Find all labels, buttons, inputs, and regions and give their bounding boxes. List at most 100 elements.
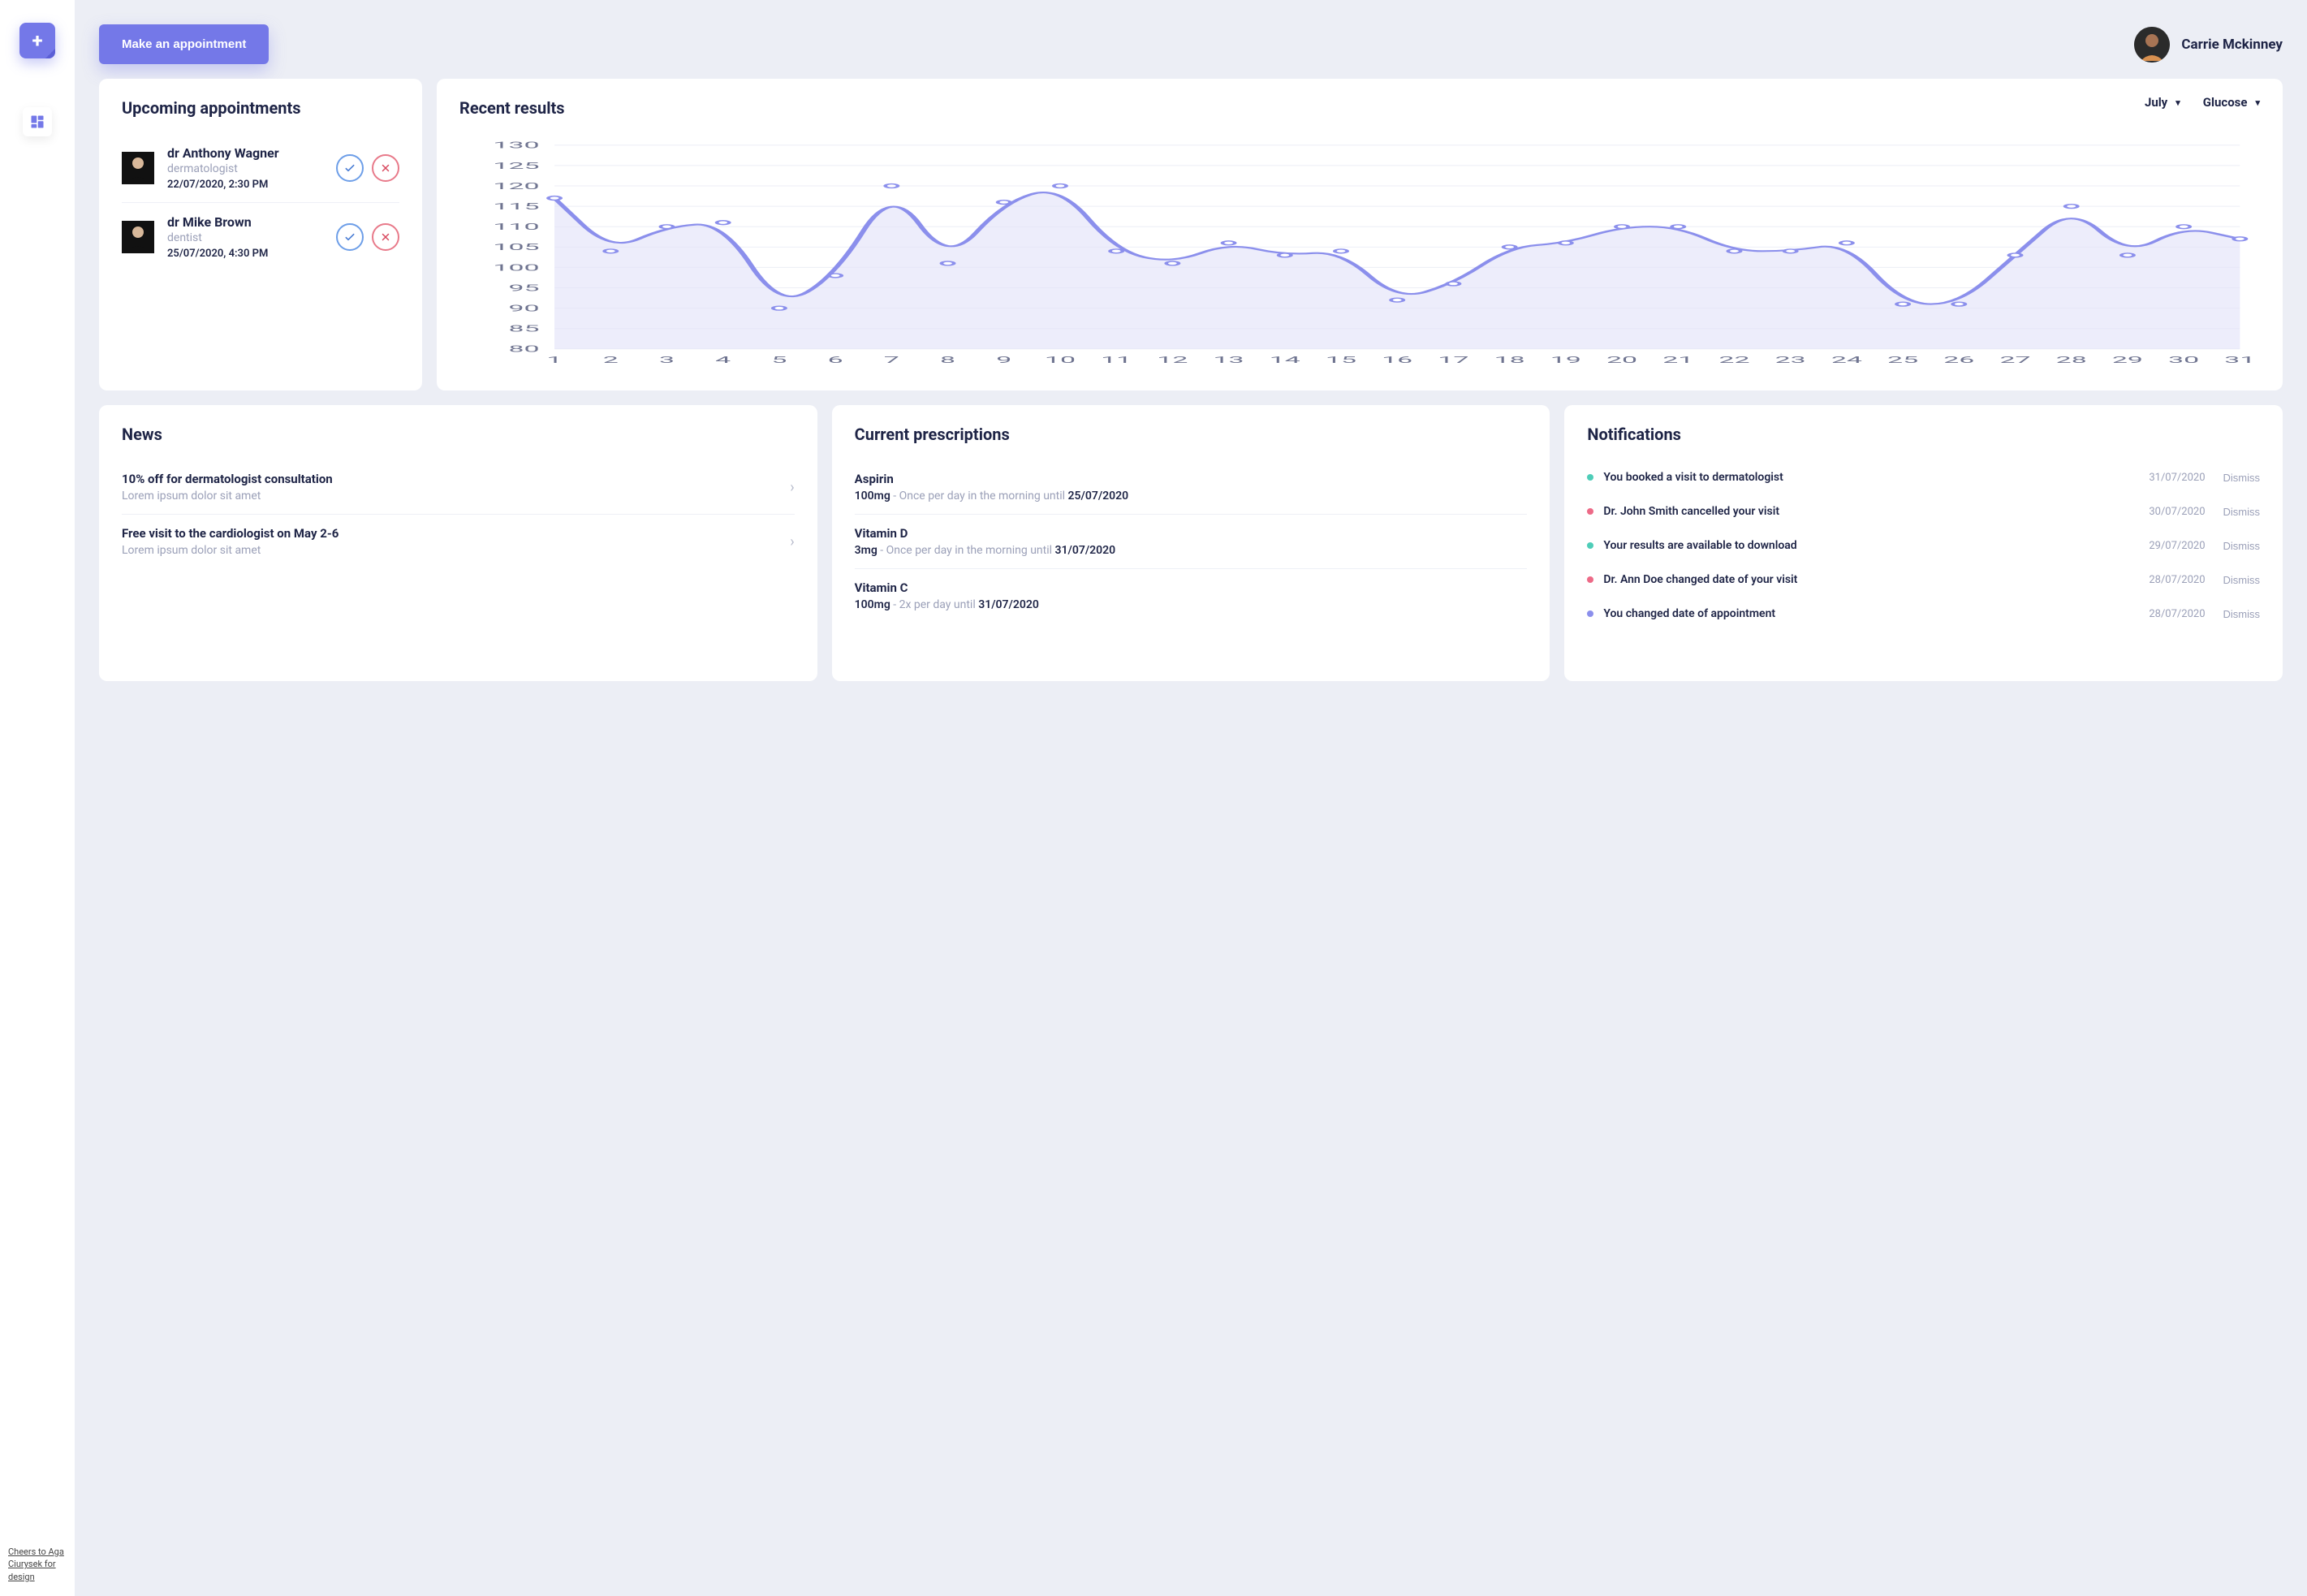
- news-item[interactable]: Free visit to the cardiologist on May 2-…: [122, 515, 795, 568]
- doctor-name: dr Mike Brown: [167, 214, 323, 230]
- notification-date: 29/07/2020: [2149, 540, 2205, 552]
- user-name: Carrie Mckinney: [2181, 37, 2283, 53]
- rx-detail: 100mg - Once per day in the morning unti…: [855, 490, 1528, 503]
- svg-text:6: 6: [828, 356, 843, 365]
- svg-text:125: 125: [493, 161, 539, 170]
- nav-dashboard[interactable]: [23, 107, 52, 136]
- svg-text:26: 26: [1943, 356, 1974, 365]
- svg-text:130: 130: [493, 140, 539, 150]
- svg-text:17: 17: [1438, 356, 1468, 365]
- make-appointment-button[interactable]: Make an appointment: [99, 24, 269, 64]
- logo[interactable]: +: [19, 23, 55, 58]
- rx-name: Vitamin C: [855, 580, 1528, 595]
- svg-text:120: 120: [493, 182, 539, 192]
- metric-select[interactable]: Glucose ▾: [2203, 95, 2260, 110]
- svg-text:16: 16: [1382, 356, 1412, 365]
- svg-text:28: 28: [2056, 356, 2087, 365]
- topbar: Make an appointment Carrie Mckinney: [99, 24, 2283, 64]
- rx-detail: 3mg - Once per day in the morning until …: [855, 544, 1528, 557]
- notifications-title: Notifications: [1587, 425, 2260, 444]
- svg-text:27: 27: [1999, 356, 2030, 365]
- notification-item: Your results are available to download 2…: [1587, 528, 2260, 563]
- svg-text:11: 11: [1101, 356, 1132, 365]
- notifications-card: Notifications You booked a visit to derm…: [1564, 405, 2283, 681]
- close-icon: [380, 231, 391, 243]
- plus-icon: +: [32, 29, 42, 52]
- chevron-down-icon: ▾: [2175, 97, 2180, 108]
- dismiss-button[interactable]: Dismiss: [2223, 472, 2261, 484]
- rx-name: Vitamin D: [855, 526, 1528, 541]
- avatar: [2134, 27, 2170, 63]
- cancel-button[interactable]: [372, 154, 399, 182]
- check-icon: [343, 231, 356, 244]
- design-credit[interactable]: Cheers to Aga Ciurysek for design: [8, 1546, 67, 1583]
- status-dot-icon: [1587, 576, 1593, 583]
- appointment-item: dr Mike Brown dentist 25/07/2020, 4:30 P…: [122, 203, 399, 271]
- svg-text:15: 15: [1326, 356, 1356, 365]
- svg-text:20: 20: [1606, 356, 1637, 365]
- news-item[interactable]: 10% off for dermatologist consultation L…: [122, 460, 795, 515]
- prescriptions-card: Current prescriptions Aspirin 100mg - On…: [832, 405, 1550, 681]
- results-chart: 8085909510010511011512012513012345678910…: [459, 140, 2260, 371]
- doctor-avatar: [122, 152, 154, 184]
- user-profile[interactable]: Carrie Mckinney: [2134, 27, 2283, 63]
- appointments-title: Upcoming appointments: [122, 98, 399, 118]
- notification-message: You booked a visit to dermatologist: [1603, 471, 2139, 484]
- svg-text:115: 115: [493, 202, 539, 212]
- dismiss-button[interactable]: Dismiss: [2223, 608, 2261, 620]
- svg-text:85: 85: [508, 324, 539, 334]
- svg-text:30: 30: [2168, 356, 2199, 365]
- month-select[interactable]: July ▾: [2145, 95, 2180, 110]
- svg-text:1: 1: [547, 356, 563, 365]
- appointment-time: 25/07/2020, 4:30 PM: [167, 248, 323, 260]
- confirm-button[interactable]: [336, 223, 364, 251]
- svg-text:4: 4: [715, 356, 731, 365]
- svg-text:25: 25: [1887, 356, 1918, 365]
- notification-message: You changed date of appointment: [1603, 607, 2139, 620]
- main: Make an appointment Carrie Mckinney Upco…: [75, 0, 2307, 1596]
- rx-name: Aspirin: [855, 472, 1528, 486]
- svg-text:5: 5: [771, 356, 787, 365]
- status-dot-icon: [1587, 542, 1593, 549]
- cancel-button[interactable]: [372, 223, 399, 251]
- results-title: Recent results: [459, 98, 565, 118]
- svg-text:18: 18: [1494, 356, 1525, 365]
- svg-text:80: 80: [508, 344, 539, 354]
- prescription-item: Vitamin C 100mg - 2x per day until 31/07…: [855, 569, 1528, 623]
- notification-message: Dr. Ann Doe changed date of your visit: [1603, 573, 2139, 586]
- rx-detail: 100mg - 2x per day until 31/07/2020: [855, 598, 1528, 611]
- status-dot-icon: [1587, 474, 1593, 481]
- close-icon: [380, 162, 391, 174]
- dismiss-button[interactable]: Dismiss: [2223, 506, 2261, 518]
- notification-date: 30/07/2020: [2149, 506, 2205, 518]
- prescription-item: Vitamin D 3mg - Once per day in the morn…: [855, 515, 1528, 569]
- status-dot-icon: [1587, 610, 1593, 617]
- svg-text:31: 31: [2224, 356, 2255, 365]
- news-item-title: Free visit to the cardiologist on May 2-…: [122, 526, 782, 541]
- svg-text:105: 105: [493, 243, 539, 252]
- svg-text:12: 12: [1157, 356, 1188, 365]
- news-card: News 10% off for dermatologist consultat…: [99, 405, 817, 681]
- notification-date: 31/07/2020: [2149, 472, 2205, 484]
- confirm-button[interactable]: [336, 154, 364, 182]
- dismiss-button[interactable]: Dismiss: [2223, 540, 2261, 552]
- check-icon: [343, 162, 356, 175]
- appointment-time: 22/07/2020, 2:30 PM: [167, 179, 323, 191]
- doctor-specialty: dermatologist: [167, 162, 323, 175]
- notification-item: You changed date of appointment 28/07/20…: [1587, 597, 2260, 631]
- chevron-right-icon: ›: [790, 479, 794, 496]
- dismiss-button[interactable]: Dismiss: [2223, 574, 2261, 586]
- svg-text:29: 29: [2112, 356, 2143, 365]
- metric-select-value: Glucose: [2203, 95, 2248, 110]
- chevron-down-icon: ▾: [2255, 97, 2260, 108]
- svg-text:3: 3: [659, 356, 675, 365]
- svg-text:95: 95: [508, 283, 539, 293]
- notification-message: Dr. John Smith cancelled your visit: [1603, 505, 2139, 518]
- notification-date: 28/07/2020: [2149, 608, 2205, 620]
- svg-text:21: 21: [1662, 356, 1693, 365]
- chevron-right-icon: ›: [790, 533, 794, 550]
- doctor-specialty: dentist: [167, 231, 323, 244]
- svg-text:9: 9: [996, 356, 1011, 365]
- svg-text:14: 14: [1270, 356, 1300, 365]
- svg-text:23: 23: [1775, 356, 1806, 365]
